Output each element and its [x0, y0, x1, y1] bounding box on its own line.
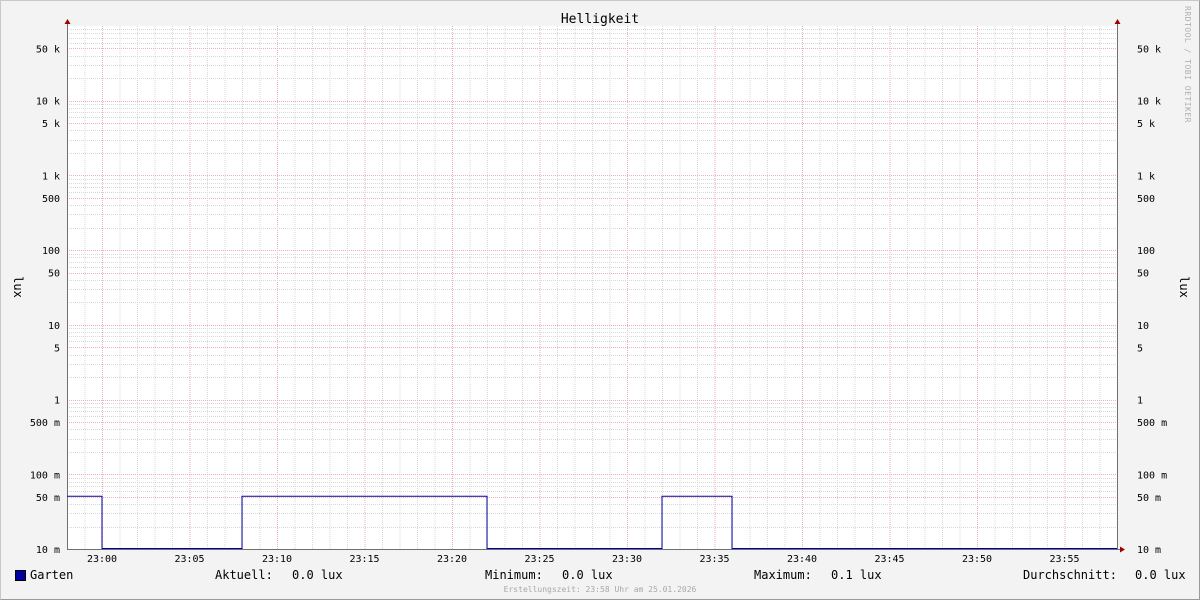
y-tick-label-left: 100 m: [30, 470, 60, 481]
y-tick-label-left: 1: [54, 396, 60, 407]
legend-avg-label: Durchschnitt:: [1023, 568, 1117, 582]
y-tick-label-right: 10 k: [1137, 97, 1161, 108]
x-tick-label: 23:00: [87, 554, 117, 565]
x-tick-label: 23:25: [524, 554, 554, 565]
y-tick-label-left: 50: [48, 269, 60, 280]
legend-max-value: 0.1 lux: [831, 568, 882, 582]
y-tick-label-right: 1 k: [1137, 171, 1155, 182]
x-tick-label: 23:15: [349, 554, 379, 565]
y-tick-label-right: 100 m: [1137, 470, 1167, 481]
legend-avg-value: 0.0 lux: [1135, 568, 1186, 582]
y-tick-label-left: 10 m: [36, 545, 60, 556]
y-tick-label-right: 500 m: [1137, 418, 1167, 429]
legend-current-label: Aktuell:: [215, 568, 273, 582]
x-tick-label: 23:55: [1049, 554, 1079, 565]
watermark: RRDTOOL / TOBI OETIKER: [1183, 6, 1192, 123]
legend: Garten Aktuell: 0.0 lux Minimum: 0.0 lux…: [0, 566, 1200, 584]
legend-min-value: 0.0 lux: [562, 568, 613, 582]
y-tick-label-right: 10: [1137, 321, 1149, 332]
x-tick-label: 23:30: [612, 554, 642, 565]
legend-current-value: 0.0 lux: [292, 568, 343, 582]
y-tick-label-left: 100: [42, 246, 60, 257]
y-tick-label-left: 5 k: [42, 119, 60, 130]
y-tick-label-left: 5: [54, 343, 60, 354]
x-tick-label: 23:05: [174, 554, 204, 565]
y-tick-label-right: 100: [1137, 246, 1155, 257]
legend-series-name: Garten: [30, 568, 74, 582]
y-tick-label-left: 50 m: [36, 493, 60, 504]
y-axis-label-left: lux: [11, 276, 25, 298]
y-axis-arrow-right: [1114, 19, 1121, 24]
x-tick-label: 23:10: [262, 554, 292, 565]
x-tick-label: 23:20: [437, 554, 467, 565]
y-tick-label-right: 50 m: [1137, 493, 1161, 504]
y-tick-label-right: 50 k: [1137, 44, 1161, 55]
y-tick-label-left: 50 k: [36, 44, 60, 55]
brightness-chart: 50 k 50 k 10 k 10 k 5 k 5 k 1 k 1 k 500 500 100 100…: [11, 12, 1191, 565]
y-tick-label-left: 1 k: [42, 171, 60, 182]
y-tick-label-left: 500 m: [30, 418, 60, 429]
legend-min-label: Minimum:: [485, 568, 543, 582]
y-tick-label-right: 500: [1137, 194, 1155, 205]
y-tick-label-right: 5: [1137, 343, 1143, 354]
y-tick-label-right: 5 k: [1137, 119, 1155, 130]
x-tick-label: 23:35: [699, 554, 729, 565]
x-tick-label: 23:40: [787, 554, 817, 565]
legend-swatch-garten: [15, 570, 26, 581]
y-tick-label-right: 50: [1137, 269, 1149, 280]
legend-max-label: Maximum:: [754, 568, 812, 582]
y-tick-label-left: 10: [48, 321, 60, 332]
y-axis-arrow-left: [64, 19, 71, 24]
y-axis-label-right: lux: [1177, 276, 1191, 298]
footer-timestamp: Erstellungszeit: 23:58 Uhr am 25.01.2026: [503, 585, 697, 594]
chart-title: Helligkeit: [561, 12, 639, 27]
y-tick-label-left: 500: [42, 194, 60, 205]
y-tick-label-right: 10 m: [1137, 545, 1161, 556]
y-tick-label-right: 1: [1137, 396, 1143, 407]
x-axis-arrow: [1120, 546, 1125, 553]
x-tick-label: 23:45: [874, 554, 904, 565]
y-tick-label-left: 10 k: [36, 97, 60, 108]
x-tick-label: 23:50: [962, 554, 992, 565]
